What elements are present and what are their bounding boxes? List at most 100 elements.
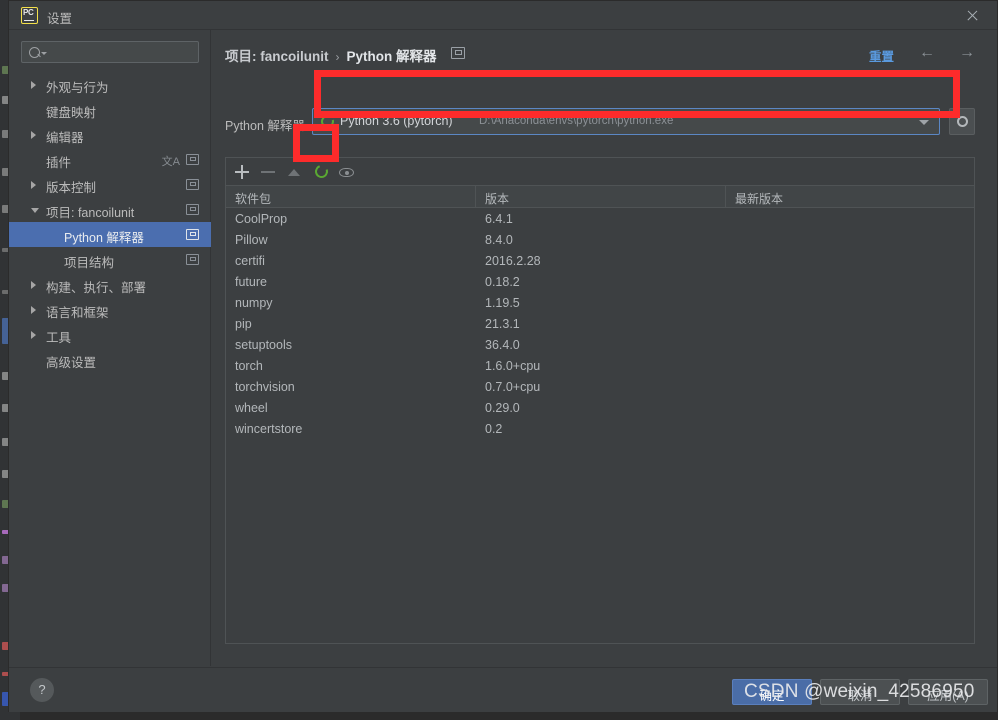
search-input-wrapper[interactable] — [21, 41, 199, 63]
sidebar-item-label: 高级设置 — [46, 356, 97, 370]
pycharm-logo-icon: PC — [21, 7, 38, 24]
close-icon[interactable] — [961, 6, 983, 26]
screenshot-root: PC 设置 外观与行为 键盘映射 编辑器 插件 文A 版本控制 项目: fanc… — [0, 0, 998, 720]
table-row[interactable]: torchvision 0.7.0+cpu — [226, 377, 974, 398]
table-row[interactable]: future 0.18.2 — [226, 272, 974, 293]
search-input[interactable] — [48, 44, 197, 62]
back-arrow-icon[interactable]: ← — [919, 45, 935, 61]
pycharm-logo-text: PC — [23, 8, 34, 17]
sidebar-item-label: 语言和框架 — [46, 306, 109, 320]
sidebar-item-appearance[interactable]: 外观与行为 — [9, 72, 211, 97]
package-version: 0.18.2 — [485, 275, 520, 289]
sidebar-item-version-control[interactable]: 版本控制 — [9, 172, 211, 197]
sidebar-item-label: 项目: fancoilunit — [46, 206, 135, 220]
sidebar-item-plugins[interactable]: 插件 文A — [9, 147, 211, 172]
package-name: wincertstore — [235, 422, 303, 436]
sidebar-item-python-interpreter[interactable]: Python 解释器 — [9, 222, 211, 247]
sidebar-item-label: 项目结构 — [64, 256, 115, 270]
package-version: 2016.2.28 — [485, 254, 541, 268]
package-name: torchvision — [235, 380, 295, 394]
table-row[interactable]: torch 1.6.0+cpu — [226, 356, 974, 377]
sidebar-item-build-execution-deployment[interactable]: 构建、执行、部署 — [9, 272, 211, 297]
help-icon: ? — [38, 682, 46, 697]
column-divider[interactable] — [725, 186, 726, 207]
breadcrumb: 项目: fancoilunit › Python 解释器 — [225, 45, 437, 65]
chevron-right-icon — [31, 131, 36, 139]
sidebar-item-label: 版本控制 — [46, 181, 97, 195]
interpreter-path: D:\Anaconda\envs\pytorch\python.exe — [479, 115, 674, 127]
sidebar-item-label: 构建、执行、部署 — [46, 281, 147, 295]
refresh-icon — [312, 162, 331, 181]
sidebar-item-tools[interactable]: 工具 — [9, 322, 211, 347]
sidebar-item-project-structure[interactable]: 项目结构 — [9, 247, 211, 272]
table-row[interactable]: certifi 2016.2.28 — [226, 251, 974, 272]
settings-sidebar: 外观与行为 键盘映射 编辑器 插件 文A 版本控制 项目: fancoiluni… — [9, 30, 211, 666]
package-name: wheel — [235, 401, 268, 415]
package-version: 1.19.5 — [485, 296, 520, 310]
package-name: future — [235, 275, 267, 289]
sidebar-item-keymap[interactable]: 键盘映射 — [9, 97, 211, 122]
packages-table-body: CoolProp 6.4.1 Pillow 8.4.0 certifi 2016… — [226, 209, 974, 644]
table-row[interactable]: numpy 1.19.5 — [226, 293, 974, 314]
sidebar-item-advanced-settings[interactable]: 高级设置 — [9, 347, 211, 372]
table-row[interactable]: wheel 0.29.0 — [226, 398, 974, 419]
column-header-version[interactable]: 版本 — [485, 190, 509, 207]
sidebar-item-label: Python 解释器 — [64, 231, 144, 245]
table-row[interactable]: setuptools 36.4.0 — [226, 335, 974, 356]
dialog-body: 外观与行为 键盘映射 编辑器 插件 文A 版本控制 项目: fancoiluni… — [9, 30, 997, 666]
settings-tree: 外观与行为 键盘映射 编辑器 插件 文A 版本控制 项目: fancoiluni… — [9, 72, 211, 372]
table-row[interactable]: CoolProp 6.4.1 — [226, 209, 974, 230]
project-scope-icon — [186, 179, 199, 190]
packages-toolbar — [226, 158, 974, 186]
package-name: numpy — [235, 296, 273, 310]
package-version: 0.7.0+cpu — [485, 380, 541, 394]
dialog-title: 设置 — [47, 12, 73, 26]
interpreter-name: Python 3.6 (pytorch) — [340, 114, 453, 128]
sidebar-item-label: 工具 — [46, 331, 72, 345]
package-version: 36.4.0 — [485, 338, 520, 352]
install-package-button[interactable] — [229, 158, 255, 185]
packages-panel: 软件包 版本 最新版本 CoolProp 6.4.1 Pillow 8.4.0 … — [225, 157, 975, 644]
breadcrumb-separator: › — [335, 50, 340, 64]
sidebar-item-editor[interactable]: 编辑器 — [9, 122, 211, 147]
sidebar-item-label: 键盘映射 — [46, 106, 97, 120]
package-version: 21.3.1 — [485, 317, 520, 331]
table-row[interactable]: pip 21.3.1 — [226, 314, 974, 335]
sidebar-item-languages-frameworks[interactable]: 语言和框架 — [9, 297, 211, 322]
chevron-right-icon — [31, 331, 36, 339]
breadcrumb-project[interactable]: 项目: fancoilunit — [225, 49, 329, 64]
chevron-down-icon — [41, 52, 47, 55]
interpreter-dropdown[interactable]: Python 3.6 (pytorch) D:\Anaconda\envs\py… — [312, 108, 940, 135]
column-header-package[interactable]: 软件包 — [235, 190, 271, 207]
package-version: 1.6.0+cpu — [485, 359, 541, 373]
sidebar-item-label: 编辑器 — [46, 131, 84, 145]
project-scope-icon — [451, 47, 465, 59]
upgrade-package-button[interactable] — [281, 158, 307, 185]
packages-table-header: 软件包 版本 最新版本 — [226, 186, 974, 208]
breadcrumb-current: Python 解释器 — [346, 49, 437, 64]
help-button[interactable]: ? — [30, 678, 54, 702]
forward-arrow-icon[interactable]: → — [959, 45, 975, 61]
column-divider[interactable] — [475, 186, 476, 207]
interpreter-settings-gear-button[interactable] — [949, 108, 975, 135]
uninstall-package-button[interactable] — [255, 158, 281, 185]
refresh-button[interactable] — [308, 158, 334, 185]
package-version: 6.4.1 — [485, 212, 513, 226]
show-early-releases-button[interactable] — [334, 158, 360, 185]
table-row[interactable]: Pillow 8.4.0 — [226, 230, 974, 251]
chevron-right-icon — [31, 81, 36, 89]
package-name: Pillow — [235, 233, 268, 247]
project-scope-icon — [186, 254, 199, 265]
reset-link[interactable]: 重置 — [869, 46, 894, 65]
package-name: CoolProp — [235, 212, 288, 226]
table-row[interactable]: wincertstore 0.2 — [226, 419, 974, 440]
sidebar-item-project[interactable]: 项目: fancoilunit — [9, 197, 211, 222]
chevron-right-icon — [31, 281, 36, 289]
package-name: torch — [235, 359, 263, 373]
sidebar-item-label: 外观与行为 — [46, 81, 109, 95]
column-header-latest-version[interactable]: 最新版本 — [735, 190, 783, 207]
search-icon — [29, 47, 40, 58]
sidebar-item-label: 插件 — [46, 156, 72, 170]
package-version: 0.29.0 — [485, 401, 520, 415]
project-scope-icon — [186, 154, 199, 165]
